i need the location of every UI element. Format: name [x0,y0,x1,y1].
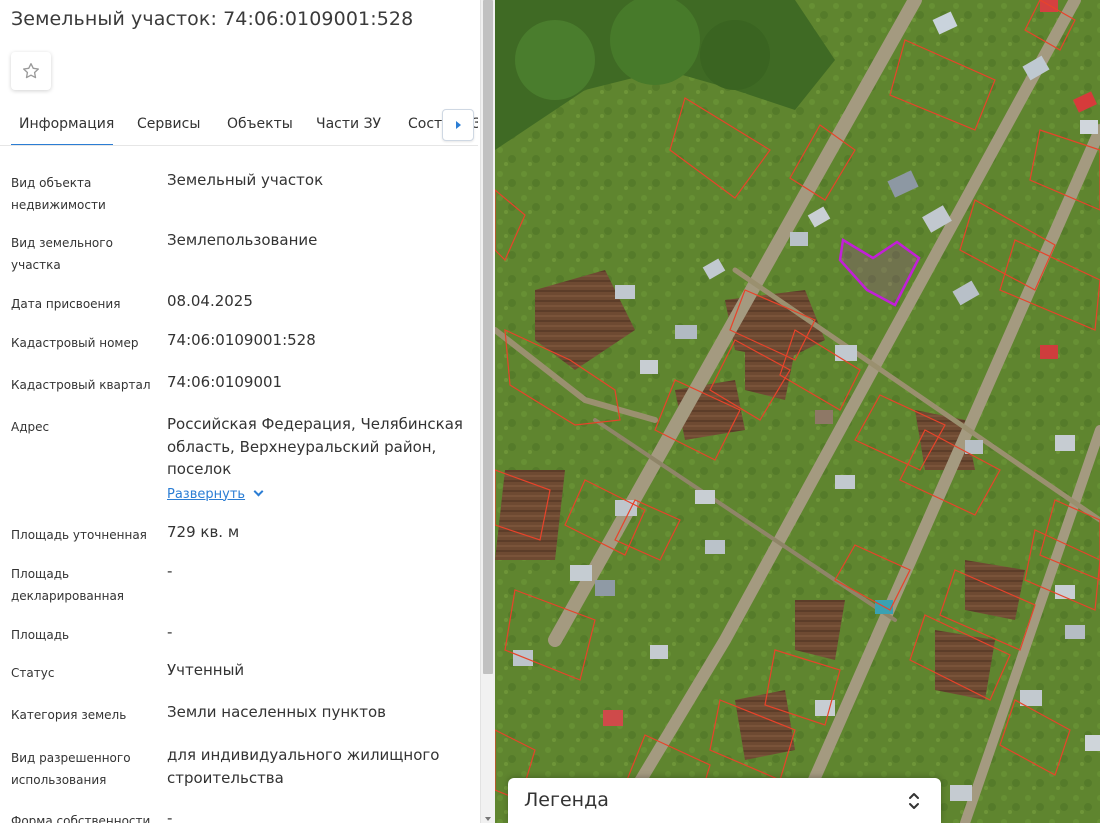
address-text: Российская Федерация, Челябинская област… [167,415,463,478]
tab-information[interactable]: Информация [11,106,114,145]
field-label: Площадь уточненная [11,528,147,542]
field-value: 74:06:0109001 [167,373,283,391]
legend-label: Легенда [524,789,609,811]
page-title: Земельный участок: 74:06:0109001:528 [11,8,414,30]
field-value: Учтенный [167,661,245,679]
field-label: Вид объекта недвижимости [11,176,106,212]
tab-bar: Информация Сервисы Объекты Части ЗУ Сост… [0,106,478,146]
tree-cluster [700,20,770,90]
field-label: Адрес [11,420,50,434]
field-value: для индивидуального жилищного строительс… [167,746,440,787]
garden-plot [935,630,995,700]
scroll-down-arrow-icon[interactable] [485,817,491,821]
tab-objects[interactable]: Объекты [227,106,293,145]
satellite-map[interactable] [495,0,1100,823]
garden-plot [735,690,795,760]
field-value: 729 кв. м [167,523,240,541]
info-panel: Земельный участок: 74:06:0109001:528 Инф… [0,0,480,823]
field-label: Форма собственности [11,814,151,823]
field-value: - [167,623,173,641]
legend-panel[interactable]: Легенда [508,778,941,823]
expand-address-link[interactable]: Развернуть [167,484,245,507]
favorite-button[interactable] [11,52,51,90]
garden-plot [495,470,565,560]
field-value: 08.04.2025 [167,292,253,310]
scrollbar-thumb[interactable] [483,0,493,674]
field-label: Вид земельного участка [11,236,113,272]
field-value: Земельный участок [167,171,324,189]
tree-cluster [515,20,595,100]
field-label: Кадастровый квартал [11,378,151,392]
field-value: - [167,562,173,580]
field-label: Кадастровый номер [11,336,139,350]
field-value: Земли населенных пунктов [167,703,386,721]
chevron-down-icon[interactable] [253,486,264,496]
field-value: Российская Федерация, Челябинская област… [167,413,467,506]
field-label: Площадь декларированная [11,567,125,603]
map-view[interactable] [495,0,1100,823]
tabs-next-button[interactable] [442,109,474,141]
field-value: Землепользование [167,231,318,249]
tab-parcel-parts[interactable]: Части ЗУ [316,106,381,145]
field-label: Категория земель [11,708,127,722]
star-outline-icon [23,63,39,79]
unfold-icon[interactable] [907,790,921,812]
field-value: - [167,809,173,823]
field-label: Дата присвоения [11,297,121,311]
field-label: Площадь [11,628,70,642]
tab-services[interactable]: Сервисы [137,106,200,145]
caret-right-icon [455,121,461,129]
field-value: 74:06:0109001:528 [167,331,316,349]
garden-plot [965,560,1025,620]
field-label: Вид разрешенного использования [11,751,131,787]
panel-scrollbar[interactable] [480,0,495,823]
field-label: Статус [11,666,55,680]
